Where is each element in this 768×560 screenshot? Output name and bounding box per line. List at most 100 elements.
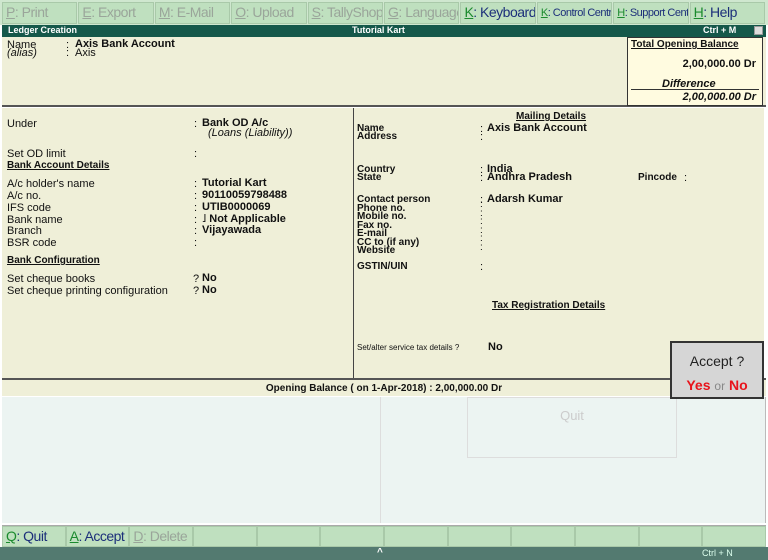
service-tax-label: Set/alter service tax details ? [357,343,460,352]
shortcut-key: P [6,4,15,20]
ledger-left-panel: Under : Bank OD A/c (Loans (Liability)) … [2,108,354,378]
shortcut-key: M [158,4,171,20]
od-limit-label: Set OD limit [7,148,66,160]
bottombar-quit-button[interactable]: Q: Quit [2,526,66,547]
address-field[interactable]: : [480,131,483,143]
empty-function-button [384,526,448,547]
button-label: : Print [14,4,49,20]
mailing-details-panel: Mailing Details Name : Axis Bank Account… [354,108,764,378]
empty-function-button [193,526,257,547]
button-label: : Quit [16,528,47,544]
lower-blank-area: Quit [2,397,766,523]
title-bar: Ledger Creation Tutorial Kart Ctrl + M [2,25,766,37]
empty-function-button [320,526,385,547]
difference-value: 2,00,000.00 Dr [682,91,756,103]
acno-field[interactable]: 90110059798488 [202,189,287,201]
bank-account-details-heading: Bank Account Details [7,160,110,171]
empty-function-button [511,526,576,547]
shortcut-key: K [540,7,548,19]
pincode-field[interactable]: : [684,172,687,184]
empty-function-button [702,526,767,547]
branch-label: Branch [7,225,42,237]
total-opening-balance-value: 2,00,000.00 Dr [682,58,756,70]
contact-fields-colons[interactable]: :::::: [480,200,483,253]
button-label: : Help [703,4,737,20]
ghost-quit-label: Quit [560,408,584,423]
bsr-field[interactable]: : [194,237,197,249]
accept-or-text: or [714,379,726,393]
cheque-printing-label: Set cheque printing configuration [7,285,168,297]
acno-label: A/c no. [7,190,42,202]
opening-balance-text: Opening Balance ( on 1-Apr-2018) : 2,00,… [265,383,503,394]
bottombar-delete-button[interactable]: D: Delete [129,526,194,547]
button-label: : Control Centre [547,7,613,19]
button-label: : TallyShop [320,4,384,20]
total-opening-balance-label: Total Opening Balance [631,39,739,50]
service-tax-field[interactable]: No [488,341,503,353]
holder-field[interactable]: Tutorial Kart [202,177,267,189]
button-label: : Keyboard [473,4,536,20]
cheque-books-label: Set cheque books [7,273,96,285]
button-label: : Support Centre [624,7,689,19]
bottom-button-bar: Q: Quit A: Accept D: Delete [2,525,767,547]
toolbar-support-centre-button[interactable]: H: Support Centre [613,2,689,24]
od-limit-field[interactable]: : [194,148,197,160]
empty-function-button [256,526,321,547]
under-label: Under [7,118,37,130]
accept-no-button[interactable]: No [729,377,748,393]
tax-registration-heading: Tax Registration Details [492,300,606,311]
screen-title: Ledger Creation [8,25,78,35]
shortcut-key: O [235,4,246,20]
status-shortcut: Ctrl + N [702,548,733,558]
status-bar: ^ Ctrl + N [0,547,768,560]
accept-yes-button[interactable]: Yes [686,377,710,393]
toolbar-e-mail-button[interactable]: M: E-Mail [154,2,231,24]
state-field[interactable]: Andhra Pradesh [487,171,572,183]
ifs-field[interactable]: UTIB0000069 [202,201,271,213]
button-label: : Export [91,4,136,20]
button-label: : Accept [78,528,125,544]
bottombar-accept-button[interactable]: A: Accept [65,526,130,547]
chevron-up-icon[interactable]: ^ [377,547,383,558]
shortcut-key: D [133,528,143,544]
toolbar-print-button[interactable]: P: Print [2,2,78,24]
shortcut-key: Q [6,528,17,544]
alias-label: (alias) [7,47,37,59]
mailing-details-heading: Mailing Details [516,111,587,122]
cheque-books-field[interactable]: No [202,272,217,284]
toolbar-upload-button[interactable]: O: Upload [231,2,307,24]
shortcut-key: H [617,7,625,19]
toolbar-keyboard-button[interactable]: K: Keyboard [460,2,536,24]
alias-field[interactable]: Axis [75,47,96,59]
state-label: State [357,172,382,183]
pincode-label: Pincode [638,172,677,183]
website-label: Website [357,245,396,256]
shortcut-key: G [388,4,399,20]
ghost-quit-dialog: Quit [467,397,677,458]
opening-balance-row: Opening Balance ( on 1-Apr-2018) : 2,00,… [2,378,766,396]
toolbar-tallyshop-button[interactable]: S: TallyShop [307,2,384,24]
accept-title: Accept ? [689,353,745,369]
shortcut-hint: Ctrl + M [703,25,737,35]
bank-configuration-heading: Bank Configuration [7,255,100,266]
under-group: (Loans (Liability)) [208,127,293,139]
address-label: Address [357,131,398,142]
bsr-label: BSR code [7,237,57,249]
mailing-name-field[interactable]: Axis Bank Account [487,122,587,134]
toolbar-help-button[interactable]: H: Help [689,2,766,24]
button-label: : Upload [245,4,295,20]
toolbar-language-button[interactable]: G: Language [384,2,460,24]
button-label: : Delete [142,528,188,544]
shortcut-key: A [69,528,79,544]
accept-dialog: Accept ? Yes or No [670,341,764,399]
window-close-icon[interactable] [754,26,763,35]
button-label: : Language [398,4,460,20]
gstin-field[interactable]: : [480,261,483,273]
cheque-printing-field[interactable]: No [202,284,217,296]
contact-person-field[interactable]: Adarsh Kumar [487,193,563,205]
toolbar-export-button[interactable]: E: Export [78,2,154,24]
top-toolbar: P: Print E: Export M: E-Mail O: Upload S: Ta… [0,0,768,25]
toolbar-control-centre-button[interactable]: K: Control Centre [536,2,613,24]
ifs-label: IFS code [7,202,52,214]
branch-field[interactable]: Vijayawada [202,224,261,236]
